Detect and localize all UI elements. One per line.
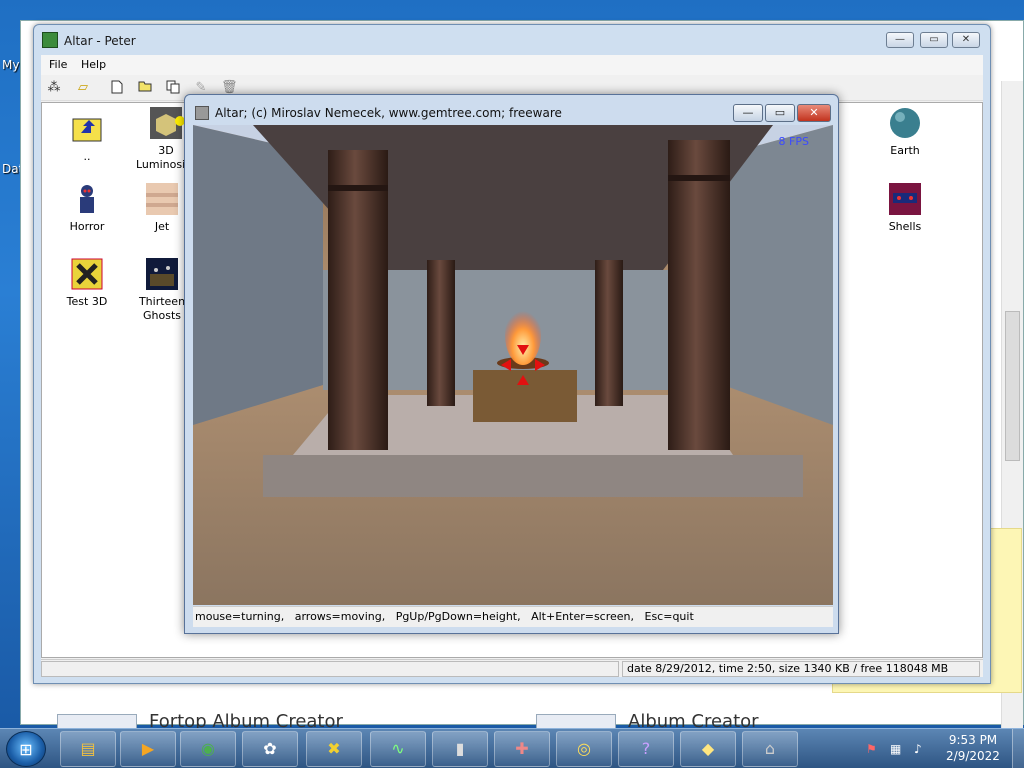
item-label: Horror (69, 220, 105, 233)
clock-date: 2/9/2022 (946, 749, 1000, 763)
title-bar[interactable]: Altar - Peter — ▭ ✕ (34, 25, 990, 55)
cross-app-taskbar-button[interactable]: ✚ (494, 731, 550, 767)
clock-time: 9:53 PM (948, 733, 998, 747)
media-player-taskbar-button[interactable]: ▶ (120, 731, 176, 767)
chrome-taskbar-button[interactable]: ◉ (180, 731, 236, 767)
list-item[interactable]: Shells (870, 183, 940, 234)
volume-icon[interactable]: ♪ (914, 742, 928, 756)
minimize-button[interactable]: — (733, 104, 763, 122)
open-folder-icon[interactable]: ▱ (75, 80, 91, 96)
explorer-taskbar-button[interactable]: ▤ (60, 731, 116, 767)
book-app-taskbar-button[interactable]: ? (618, 731, 674, 767)
list-item[interactable]: Horror (52, 183, 122, 234)
list-item[interactable]: Earth (870, 107, 940, 158)
maximize-button[interactable]: ▭ (765, 104, 795, 122)
test3d-taskbar-button[interactable]: ✖ (306, 731, 362, 767)
oscilloscope-taskbar-button[interactable]: ∿ (370, 731, 426, 767)
cube-light-icon (150, 107, 185, 139)
target-app-taskbar-button[interactable]: ◎ (556, 731, 612, 767)
altar-app-taskbar-button[interactable]: ⌂ (742, 731, 798, 767)
item-label: Shells (888, 220, 922, 233)
taskbar: ⊞ ▤ ▶ ◉ ✿ ✖ ∿ ▮ ✚ ◎ ? ◆ ⌂ ⚑ ▦ ♪ 9:53 PM … (0, 728, 1024, 768)
test3d-icon (71, 258, 103, 290)
altar-window-title: Altar; (c) Miroslav Nemecek, www.gemtree… (215, 106, 562, 120)
maximize-button[interactable]: ▭ (920, 32, 948, 48)
item-label: Test 3D (66, 295, 108, 308)
show-desktop-button[interactable] (1012, 729, 1024, 768)
menu-help[interactable]: Help (81, 58, 106, 71)
jet-icon (146, 183, 178, 215)
tree-icon[interactable]: ⁂ (46, 80, 62, 96)
list-item[interactable]: .. (52, 113, 122, 164)
3d-viewport[interactable]: 8 FPS (193, 125, 833, 605)
item-label: Earth (890, 144, 920, 157)
window-title: Altar - Peter (64, 34, 136, 48)
list-item[interactable]: Test 3D (52, 258, 122, 309)
status-left-pane (41, 661, 619, 677)
new-file-icon[interactable] (109, 80, 125, 96)
fps-counter: 8 FPS (778, 135, 809, 148)
minimize-button[interactable]: — (886, 32, 914, 48)
menu-bar: File Help (41, 55, 983, 75)
app-icon (42, 32, 58, 48)
clock[interactable]: 9:53 PM 2/9/2022 (940, 732, 1006, 764)
action-center-icon[interactable]: ⚑ (866, 742, 880, 756)
temple-icon (195, 106, 209, 120)
3d-scene-render (193, 125, 833, 605)
close-button[interactable]: ✕ (952, 32, 980, 48)
status-bar: date 8/29/2012, time 2:50, size 1340 KB … (41, 659, 983, 677)
copy-icon[interactable] (165, 80, 181, 96)
scrollbar-thumb[interactable] (1005, 311, 1020, 461)
horror-icon (71, 183, 103, 215)
desktop-icon-label[interactable]: My (2, 58, 19, 72)
notes-app-taskbar-button[interactable]: ◆ (680, 731, 736, 767)
menu-file[interactable]: File (49, 58, 67, 71)
console-taskbar-button[interactable]: ▮ (432, 731, 488, 767)
earth-icon (889, 107, 921, 139)
up-folder-icon (71, 113, 103, 145)
new-folder-icon[interactable] (137, 80, 153, 96)
shells-icon (889, 183, 921, 215)
start-button[interactable]: ⊞ (6, 731, 46, 767)
item-label: .. (83, 150, 91, 163)
close-button[interactable]: ✕ (797, 104, 831, 122)
status-text: date 8/29/2012, time 2:50, size 1340 KB … (622, 661, 980, 677)
altar-window: Altar; (c) Miroslav Nemecek, www.gemtree… (184, 94, 839, 634)
ghosts-icon (146, 258, 178, 290)
network-icon[interactable]: ▦ (890, 742, 904, 756)
rabbit-app-taskbar-button[interactable]: ✿ (242, 731, 298, 767)
controls-hint: mouse=turning, arrows=moving, PgUp/PgDow… (193, 606, 833, 627)
